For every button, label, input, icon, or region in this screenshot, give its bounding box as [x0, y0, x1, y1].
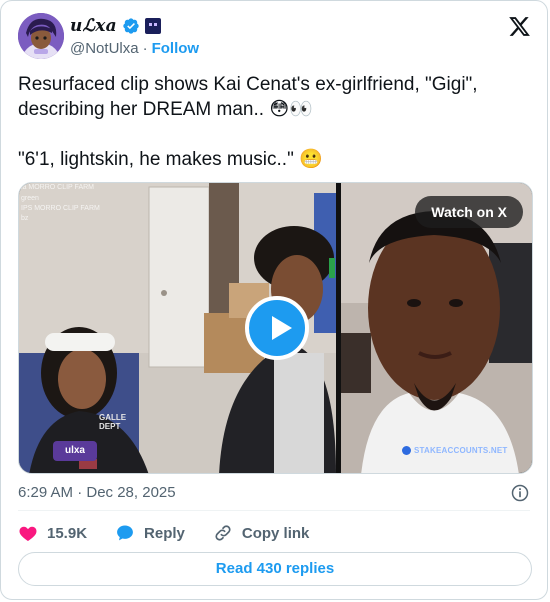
avatar[interactable]: [18, 13, 64, 59]
watermark-text: green: [21, 195, 39, 202]
speech-bubble-icon: [117, 525, 133, 541]
watermark-text: ia MORRO CLIP FARM: [21, 184, 94, 191]
stake-watermark: STAKEACCOUNTS.NET: [402, 446, 507, 455]
play-icon[interactable]: [245, 296, 309, 360]
tweet-timestamp[interactable]: 6:29 AM · Dec 28, 2025: [18, 484, 176, 501]
ulxa-logo: ulxa: [53, 441, 97, 461]
tweet-text-line-2: "6'1, lightskin, he makes music.." 😬: [18, 149, 323, 170]
watch-on-x-button[interactable]: Watch on X: [415, 196, 523, 228]
stake-watermark-text: STAKEACCOUNTS.NET: [414, 446, 508, 455]
action-bar: 15.9K Reply Copy link: [18, 521, 337, 545]
read-replies-button[interactable]: Read 430 replies: [18, 552, 532, 586]
video-thumbnail[interactable]: ia MORRO CLIP FARM green IPS MORRO CLIP …: [18, 182, 533, 474]
reply-label: Reply: [144, 524, 185, 542]
like-button[interactable]: 15.9K: [18, 523, 87, 543]
reply-button[interactable]: Reply: [115, 523, 185, 543]
tweet-text: Resurfaced clip shows Kai Cenat's ex-gir…: [18, 72, 533, 172]
author-display-name[interactable]: uℒxa: [70, 16, 117, 36]
info-icon[interactable]: [510, 483, 530, 503]
author-name-row: uℒxa: [70, 15, 161, 37]
heart-icon: [19, 526, 37, 541]
divider: [18, 510, 530, 511]
tweet-card: uℒxa @NotUlxa · Follow Resurfaced clip s…: [0, 0, 548, 600]
copy-link-button[interactable]: Copy link: [213, 523, 310, 543]
link-icon: [215, 525, 231, 541]
avatar-image: [18, 13, 64, 59]
x-logo-icon[interactable]: [508, 15, 531, 38]
verified-badge-icon: [123, 18, 139, 34]
shirt-text: GALLE DEPT: [99, 413, 127, 431]
follow-button[interactable]: Follow: [152, 40, 200, 57]
separator-dot: ·: [142, 40, 148, 57]
space-invader-emoji-icon: [144, 18, 161, 34]
copy-link-label: Copy link: [241, 524, 310, 542]
like-count: 15.9K: [47, 524, 88, 542]
author-handle-row: @NotUlxa · Follow: [70, 40, 199, 57]
author-handle[interactable]: @NotUlxa: [70, 40, 139, 57]
stake-logo-icon: [402, 446, 411, 455]
watermark-text: bz: [21, 215, 29, 222]
watermark-text: IPS MORRO CLIP FARM: [21, 205, 100, 212]
tweet-text-line-1: Resurfaced clip shows Kai Cenat's ex-gir…: [18, 74, 478, 120]
